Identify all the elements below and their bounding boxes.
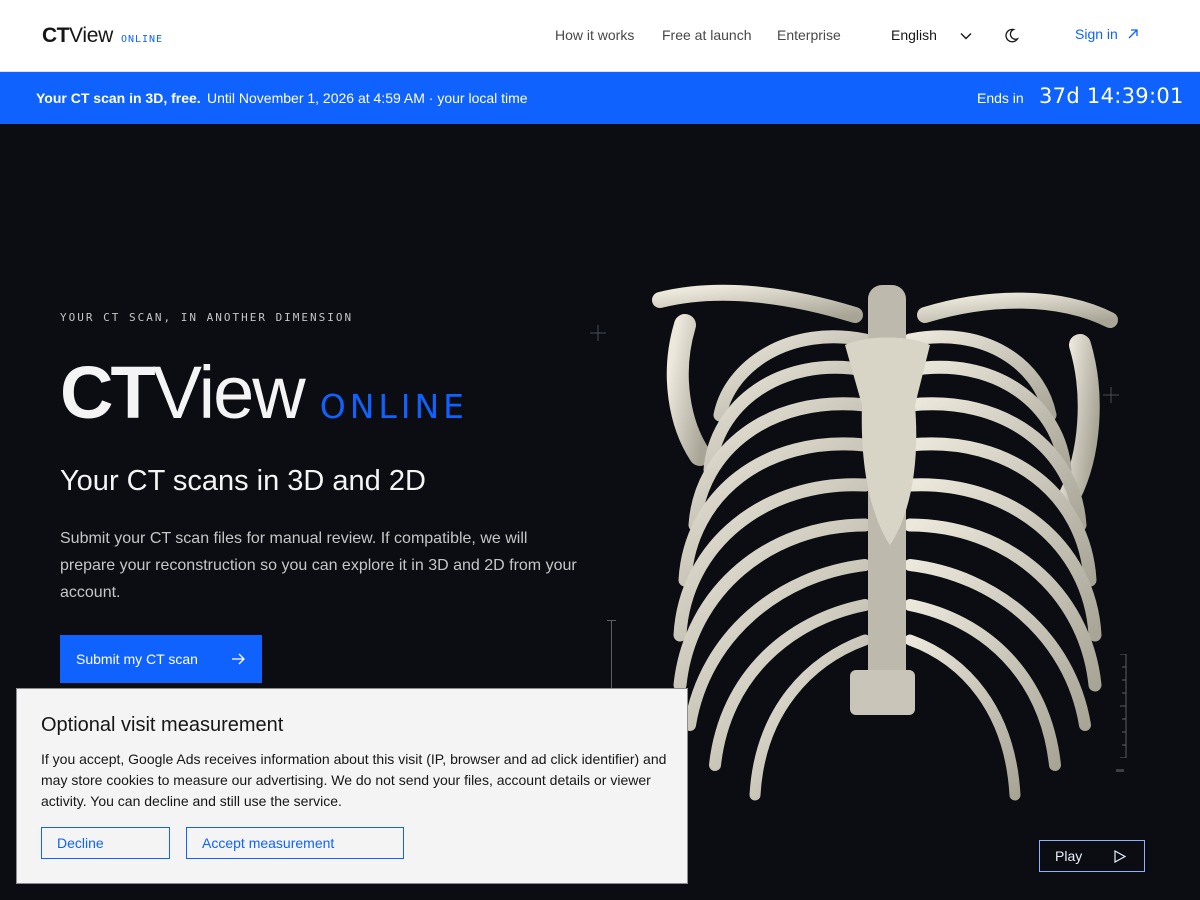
logo-online: ONLINE — [120, 34, 164, 45]
site-header: CT View ONLINE How it works Free at laun… — [0, 0, 1200, 72]
hero-title-view: View — [152, 351, 306, 434]
decline-label: Decline — [57, 835, 104, 851]
cookie-dialog: Optional visit measurement If you accept… — [16, 688, 688, 884]
submit-scan-label: Submit my CT scan — [76, 651, 198, 667]
cookie-text: If you accept, Google Ads receives infor… — [41, 751, 667, 809]
countdown-timer: 37d 14:39:01 — [1039, 84, 1184, 108]
moon-icon[interactable] — [1003, 27, 1020, 44]
banner-ends-label: Ends in — [977, 90, 1024, 106]
hero-title-ct: CT — [60, 351, 156, 434]
decline-button[interactable]: Decline — [41, 827, 170, 859]
language-select[interactable]: English — [891, 27, 937, 43]
submit-scan-button[interactable]: Submit my CT scan — [60, 635, 262, 683]
logo[interactable]: CT View ONLINE — [42, 24, 163, 48]
nav-how-it-works[interactable]: How it works — [555, 27, 634, 43]
hero-eyebrow: YOUR CT SCAN, IN ANOTHER DIMENSION — [60, 311, 354, 324]
hero-title-online: ONLINE — [319, 387, 469, 426]
banner-date: Until November 1, 2026 at 4:59 AM · your… — [207, 90, 528, 106]
guide-line — [611, 620, 612, 690]
play-button[interactable]: Play — [1039, 840, 1145, 872]
crosshair-icon — [590, 325, 606, 341]
logo-view: View — [69, 24, 113, 47]
hero-description: Submit your CT scan files for manual rev… — [60, 530, 577, 601]
nav-free-at-launch[interactable]: Free at launch — [662, 27, 752, 43]
chevron-down-icon[interactable] — [959, 29, 973, 43]
arrow-up-right-icon — [1128, 29, 1138, 39]
ribcage-3d-model[interactable] — [640, 255, 1140, 820]
nav-enterprise[interactable]: Enterprise — [777, 27, 841, 43]
hero-subtitle: Your CT scans in 3D and 2D — [60, 465, 426, 497]
promo-banner: Your CT scan in 3D, free. Until November… — [0, 72, 1200, 124]
hero-title: CT View ONLINE — [60, 350, 468, 435]
accept-measurement-button[interactable]: Accept measurement — [186, 827, 404, 859]
logo-ct: CT — [42, 24, 70, 47]
arrow-right-icon — [232, 653, 245, 665]
accept-label: Accept measurement — [202, 835, 335, 851]
play-icon — [1114, 850, 1126, 863]
play-label: Play — [1055, 848, 1083, 864]
guide-tick — [607, 620, 616, 621]
signin-label: Sign in — [1075, 26, 1118, 42]
cookie-title: Optional visit measurement — [41, 714, 284, 736]
banner-headline: Your CT scan in 3D, free. — [36, 90, 201, 106]
signin-link[interactable]: Sign in — [1075, 26, 1140, 42]
